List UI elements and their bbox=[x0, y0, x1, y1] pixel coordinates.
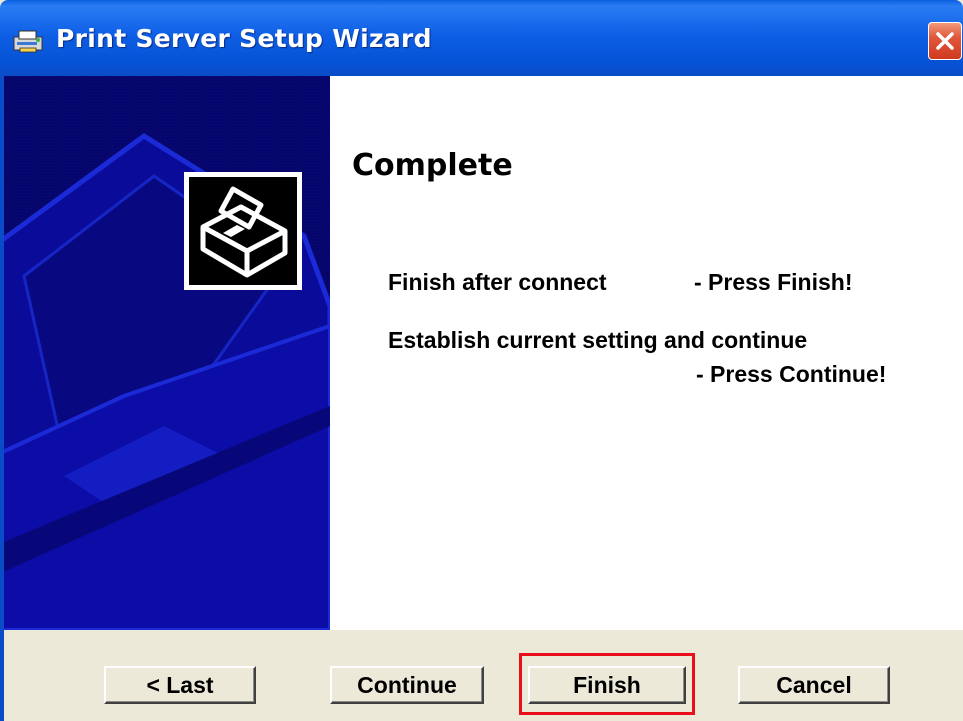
finish-instruction-label: Finish after connect bbox=[388, 269, 607, 295]
wizard-window: Print Server Setup Wizard Complete Finis… bbox=[0, 0, 963, 721]
button-bar: < Last Continue Finish Cancel bbox=[4, 630, 963, 721]
title-bar[interactable]: Print Server Setup Wizard bbox=[0, 0, 963, 76]
window-title: Print Server Setup Wizard bbox=[56, 24, 432, 53]
cancel-button[interactable]: Cancel bbox=[738, 666, 890, 704]
printer-illustration bbox=[4, 76, 330, 630]
printer-icon bbox=[200, 186, 288, 278]
continue-button[interactable]: Continue bbox=[330, 666, 484, 704]
close-icon bbox=[936, 32, 954, 50]
finish-instruction-action: - Press Finish! bbox=[694, 269, 853, 295]
last-button[interactable]: < Last bbox=[104, 666, 256, 704]
page-title: Complete bbox=[352, 148, 513, 183]
printer-setup-icon bbox=[13, 30, 43, 53]
printer-logo bbox=[184, 172, 302, 290]
side-banner bbox=[4, 76, 330, 630]
finish-button[interactable]: Finish bbox=[528, 666, 686, 704]
continue-instruction-label: Establish current setting and continue bbox=[388, 327, 808, 353]
continue-instruction-action: - Press Continue! bbox=[696, 361, 887, 387]
wizard-content: Complete Finish after connect - Press Fi… bbox=[330, 76, 963, 630]
close-button[interactable] bbox=[928, 22, 962, 60]
